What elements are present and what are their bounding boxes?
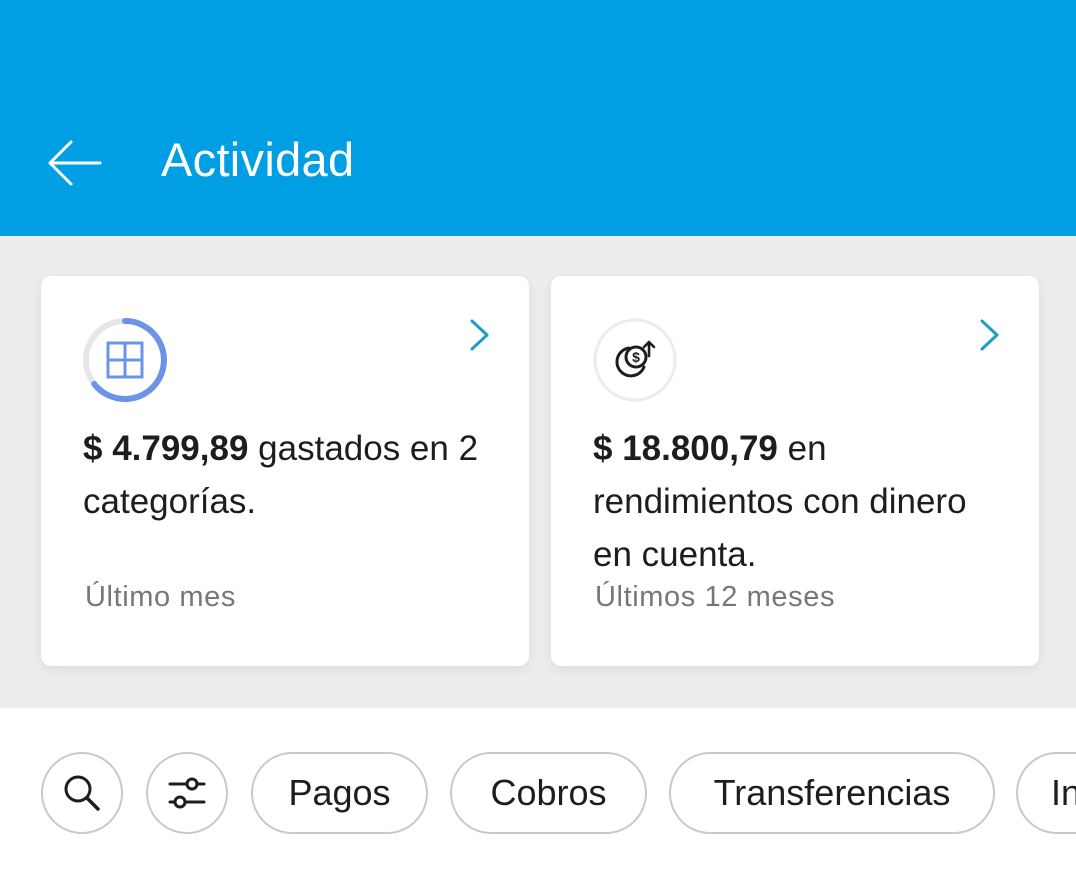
yield-period: Últimos 12 meses [595, 581, 836, 613]
chip-cobros[interactable]: Cobros [450, 752, 647, 834]
search-button[interactable] [41, 752, 123, 834]
arrow-left-icon [48, 140, 102, 186]
search-icon [64, 775, 100, 811]
spending-amount: $ 4.799,89 [83, 429, 249, 468]
spending-period: Último mes [85, 581, 237, 613]
back-button[interactable] [38, 130, 110, 196]
chip-partial[interactable]: In [1016, 752, 1076, 834]
filters-button[interactable] [146, 752, 228, 834]
spending-summary-text: $ 4.799,89 gastados en 2 categorías. [83, 422, 493, 528]
spending-summary-card[interactable]: $ 4.799,89 gastados en 2 categorías. Últ… [41, 276, 529, 666]
coin-arrow-up-icon: $ [593, 318, 677, 402]
chip-transferencias[interactable]: Transferencias [669, 752, 995, 834]
sliders-icon [168, 777, 206, 809]
yield-summary-card[interactable]: $ $ 18.800,79 en rendimientos con dinero… [551, 276, 1039, 666]
chip-pagos[interactable]: Pagos [251, 752, 428, 834]
yield-amount: $ 18.800,79 [593, 429, 778, 468]
app-header: Actividad [0, 0, 1076, 236]
chevron-right-icon [980, 319, 999, 351]
categories-grid-icon [83, 318, 167, 402]
page-title: Actividad [161, 133, 355, 186]
yield-summary-text: $ 18.800,79 en rendimientos con dinero e… [593, 422, 1003, 581]
svg-text:$: $ [632, 349, 640, 365]
chevron-right-icon [470, 319, 489, 351]
filter-chip-bar: Pagos Cobros Transferencias In [0, 708, 1076, 892]
